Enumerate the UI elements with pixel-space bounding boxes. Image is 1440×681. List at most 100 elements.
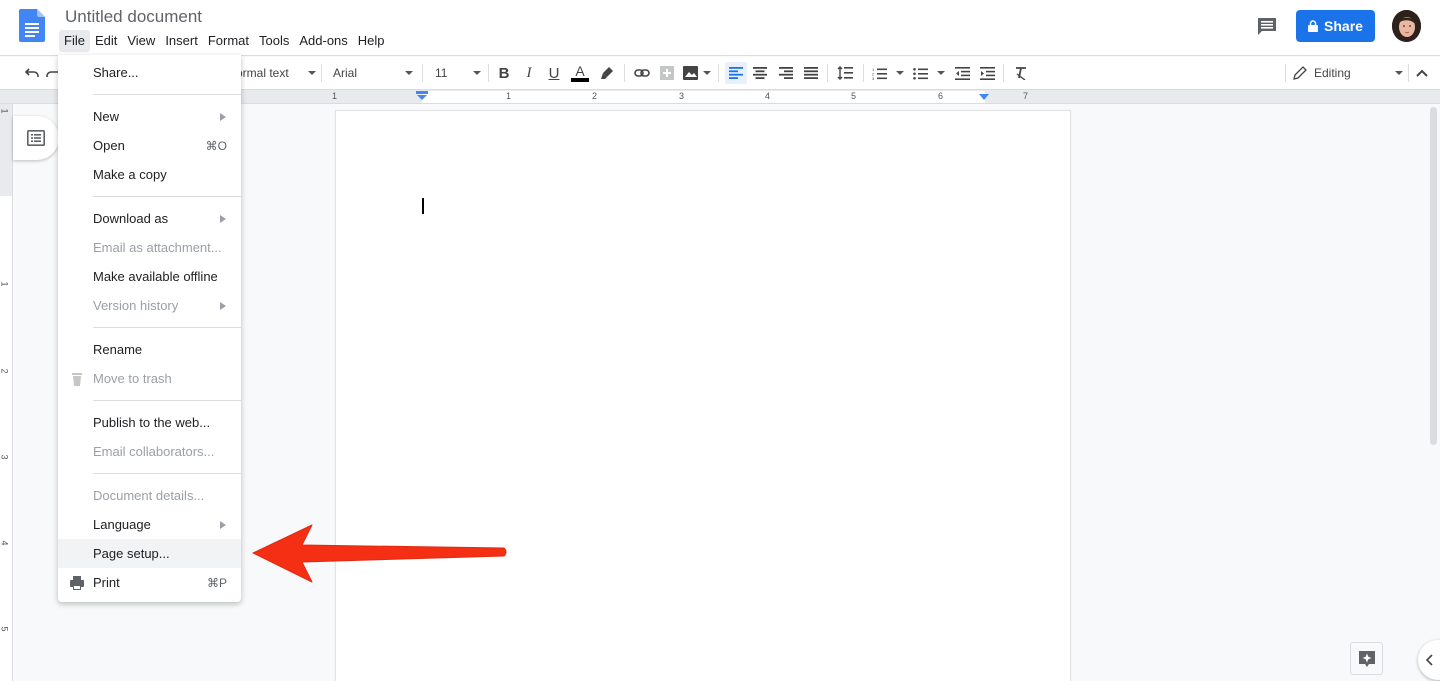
- svg-text:3: 3: [872, 76, 875, 80]
- menu-item-label: Language: [93, 517, 151, 532]
- ruler-label: 3: [0, 454, 10, 460]
- menu-item-open[interactable]: Open ⌘O: [58, 131, 241, 160]
- vertical-scrollbar[interactable]: [1430, 107, 1437, 445]
- chevron-down-icon: [937, 71, 945, 75]
- shortcut-label: ⌘P: [206, 575, 227, 590]
- menu-item-make-copy[interactable]: Make a copy: [58, 160, 241, 189]
- menu-item-version-history: Version history: [58, 291, 241, 320]
- underline-icon[interactable]: U: [546, 63, 562, 83]
- explore-button[interactable]: [1350, 642, 1383, 675]
- menu-addons[interactable]: Add-ons: [294, 30, 352, 52]
- comments-icon[interactable]: [1255, 14, 1279, 38]
- document-outline-button[interactable]: [13, 116, 59, 160]
- menu-divider: [93, 473, 241, 474]
- menu-item-label: Page setup...: [93, 546, 170, 561]
- link-icon[interactable]: [632, 63, 652, 83]
- share-button[interactable]: Share: [1296, 10, 1375, 42]
- ruler-label: 2: [592, 91, 598, 101]
- side-panel-toggle[interactable]: [1418, 640, 1440, 680]
- header-bar: Untitled document File Edit View Insert …: [0, 0, 1440, 56]
- menu-divider: [93, 400, 241, 401]
- menu-item-label: Document details...: [93, 488, 205, 503]
- toolbar-divider: [863, 64, 864, 82]
- editing-mode-select[interactable]: Editing: [1293, 63, 1403, 83]
- align-left-icon[interactable]: [725, 62, 747, 84]
- menu-item-email-attachment: Email as attachment...: [58, 233, 241, 262]
- italic-icon[interactable]: I: [521, 63, 537, 83]
- menu-bar: File Edit View Insert Format Tools Add-o…: [59, 30, 390, 52]
- font-select[interactable]: Arial: [333, 63, 413, 83]
- toolbar-divider: [422, 64, 423, 82]
- ruler-label: 5: [851, 91, 857, 101]
- ruler-label: 5: [0, 626, 10, 632]
- menu-item-language[interactable]: Language: [58, 510, 241, 539]
- toolbar-divider: [1408, 64, 1409, 82]
- submenu-arrow-icon: [220, 214, 226, 223]
- add-comment-icon[interactable]: [659, 63, 675, 83]
- chevron-down-icon: [405, 71, 413, 75]
- clear-formatting-icon[interactable]: [1012, 63, 1030, 83]
- menu-edit[interactable]: Edit: [90, 30, 122, 52]
- menu-insert[interactable]: Insert: [160, 30, 203, 52]
- ruler-label: 1: [332, 91, 338, 101]
- ruler-label: 4: [0, 540, 10, 546]
- pencil-icon: [1293, 66, 1307, 80]
- text-color-button[interactable]: A: [569, 63, 591, 83]
- ruler-label: 1: [506, 91, 512, 101]
- toolbar-divider: [488, 64, 489, 82]
- toolbar-divider: [1285, 64, 1286, 82]
- menu-item-download-as[interactable]: Download as: [58, 204, 241, 233]
- text-color-swatch: [571, 77, 589, 82]
- decrease-indent-icon[interactable]: [953, 63, 971, 83]
- align-center-icon[interactable]: [752, 63, 768, 83]
- bulleted-list-button[interactable]: [913, 63, 945, 83]
- menu-divider: [93, 196, 241, 197]
- menu-tools[interactable]: Tools: [254, 30, 294, 52]
- style-select[interactable]: ormal text: [236, 63, 316, 83]
- menu-item-share[interactable]: Share...: [58, 58, 241, 87]
- undo-icon[interactable]: [22, 63, 42, 83]
- image-icon: [683, 66, 698, 80]
- vertical-ruler[interactable]: 1 1 2 3 4 5: [0, 104, 13, 681]
- menu-item-rename[interactable]: Rename: [58, 335, 241, 364]
- menu-view[interactable]: View: [122, 30, 160, 52]
- menu-item-publish-web[interactable]: Publish to the web...: [58, 408, 241, 437]
- insert-image-button[interactable]: [683, 63, 711, 83]
- document-title[interactable]: Untitled document: [65, 6, 202, 28]
- menu-item-new[interactable]: New: [58, 102, 241, 131]
- font-value: Arial: [333, 66, 358, 80]
- highlight-icon[interactable]: [598, 63, 616, 83]
- numbered-list-button[interactable]: 123: [872, 63, 904, 83]
- align-right-icon[interactable]: [778, 63, 794, 83]
- submenu-arrow-icon: [220, 301, 226, 310]
- menu-item-move-to-trash: Move to trash: [58, 364, 241, 393]
- numbered-list-icon: 123: [872, 67, 887, 80]
- line-spacing-icon[interactable]: [835, 63, 855, 83]
- collapse-toolbar-icon[interactable]: [1414, 63, 1430, 83]
- increase-indent-icon[interactable]: [978, 63, 996, 83]
- docs-logo-icon[interactable]: [19, 9, 45, 42]
- menu-divider: [93, 94, 241, 95]
- menu-item-make-offline[interactable]: Make available offline: [58, 262, 241, 291]
- share-label: Share: [1324, 18, 1363, 34]
- menu-divider: [93, 327, 241, 328]
- bold-icon[interactable]: B: [496, 63, 512, 83]
- menu-file[interactable]: File: [59, 30, 90, 52]
- align-justify-icon[interactable]: [803, 63, 819, 83]
- menu-item-label: Download as: [93, 211, 169, 226]
- menu-item-label: Email as attachment...: [93, 240, 222, 255]
- menu-help[interactable]: Help: [353, 30, 390, 52]
- menu-item-label: Make available offline: [93, 269, 218, 284]
- menu-item-print[interactable]: Print ⌘P: [58, 568, 241, 597]
- left-indent-marker[interactable]: [416, 91, 428, 101]
- font-size-select[interactable]: 11: [435, 63, 481, 83]
- ruler-label: 1: [0, 281, 10, 287]
- text-cursor: [422, 198, 424, 214]
- user-avatar[interactable]: [1392, 10, 1421, 42]
- menu-format[interactable]: Format: [203, 30, 254, 52]
- document-page[interactable]: [336, 111, 1070, 681]
- right-indent-marker[interactable]: [979, 94, 989, 101]
- shortcut-label: ⌘O: [205, 138, 227, 153]
- menu-item-page-setup[interactable]: Page setup...: [58, 539, 241, 568]
- chevron-down-icon: [473, 71, 481, 75]
